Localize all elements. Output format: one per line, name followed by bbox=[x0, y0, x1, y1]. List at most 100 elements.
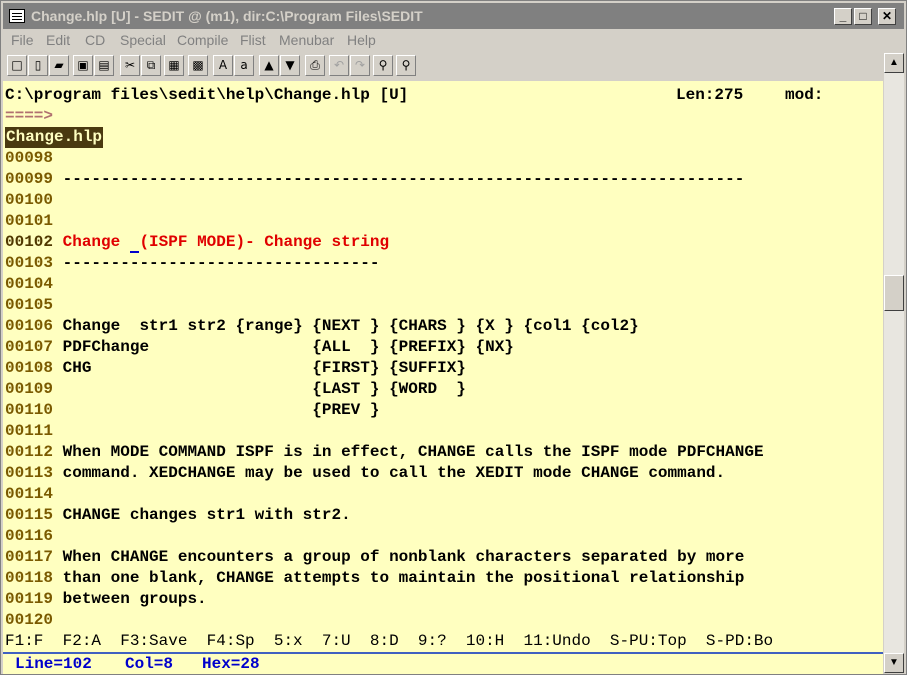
editor-line[interactable]: 00115 CHANGE changes str1 with str2. bbox=[5, 505, 351, 526]
minimize-button[interactable]: _ bbox=[834, 8, 852, 25]
redo-icon[interactable]: ↷ bbox=[350, 55, 370, 76]
line-number: 00104 bbox=[5, 275, 54, 293]
menu-flist[interactable]: Flist bbox=[240, 32, 266, 48]
lowercase-icon[interactable]: a bbox=[234, 55, 254, 76]
editor-line[interactable]: 00105 bbox=[5, 295, 63, 316]
editor-area[interactable]: C:\program files\sedit\help\Change.hlp [… bbox=[3, 81, 883, 652]
save-icon[interactable]: ▣ bbox=[73, 55, 93, 76]
line-text: --------------------------------- bbox=[62, 254, 380, 272]
line-number: 00102 bbox=[5, 233, 54, 251]
undo-icon[interactable]: ↶ bbox=[329, 55, 349, 76]
editor-line[interactable]: 00118 than one blank, CHANGE attempts to… bbox=[5, 568, 744, 589]
uppercase-icon[interactable]: A bbox=[213, 55, 233, 76]
line-text: command. XEDCHANGE may be used to call t… bbox=[62, 464, 726, 482]
editor-line[interactable]: 00108 CHG {FIRST} {SUFFIX} bbox=[5, 358, 466, 379]
cut-icon[interactable]: ✂ bbox=[120, 55, 140, 76]
file-header: C:\program files\sedit\help\Change.hlp [… bbox=[5, 85, 408, 106]
editor-line[interactable]: 00111 bbox=[5, 421, 63, 442]
file-length: Len:275 bbox=[676, 86, 744, 104]
print-icon[interactable]: ⎙ bbox=[305, 55, 325, 76]
clipboard-icon[interactable]: ▩ bbox=[188, 55, 208, 76]
editor-line[interactable]: 00114 bbox=[5, 484, 63, 505]
line-number: 00099 bbox=[5, 170, 54, 188]
editor-line[interactable]: 00113 command. XEDCHANGE may be used to … bbox=[5, 463, 725, 484]
function-key-bar: F1:F F2:A F3:Save F4:Sp 5:x 7:U 8:D 9:? … bbox=[5, 632, 774, 650]
line-number: 00114 bbox=[5, 485, 54, 503]
scroll-thumb[interactable] bbox=[884, 275, 904, 311]
line-text: When MODE COMMAND ISPF is in effect, CHA… bbox=[62, 443, 764, 461]
editor-line[interactable]: 00110 {PREV } bbox=[5, 400, 379, 421]
line-number: 00111 bbox=[5, 422, 54, 440]
command-line[interactable]: ====> bbox=[5, 106, 53, 127]
line-text: than one blank, CHANGE attempts to maint… bbox=[62, 569, 745, 587]
menu-help[interactable]: Help bbox=[347, 32, 376, 48]
bookmark-down-icon[interactable]: ▼ bbox=[280, 55, 300, 76]
editor-line[interactable]: 00098 bbox=[5, 148, 63, 169]
editor-line[interactable]: 00119 between groups. bbox=[5, 589, 207, 610]
vertical-scrollbar[interactable]: ▲ ▼ bbox=[884, 53, 904, 673]
menu-cd[interactable]: CD bbox=[85, 32, 105, 48]
editor-line[interactable]: 00104 bbox=[5, 274, 63, 295]
line-number: 00113 bbox=[5, 464, 54, 482]
line-text: between groups. bbox=[62, 590, 207, 608]
editor-line[interactable]: 00102 Change (ISPF MODE)- Change string bbox=[5, 232, 389, 253]
menu-edit[interactable]: Edit bbox=[46, 32, 70, 48]
line-number: 00120 bbox=[5, 611, 54, 629]
editor-line[interactable]: 00099 ----------------------------------… bbox=[5, 169, 744, 190]
line-number: 00098 bbox=[5, 149, 54, 167]
status-col: Col=8 bbox=[125, 655, 174, 673]
menu-compile[interactable]: Compile bbox=[177, 32, 228, 48]
maximize-button[interactable]: □ bbox=[854, 8, 872, 25]
editor-line[interactable]: 00100 bbox=[5, 190, 63, 211]
menu-menubar[interactable]: Menubar bbox=[279, 32, 334, 48]
line-number: 00105 bbox=[5, 296, 54, 314]
menu-file[interactable]: File bbox=[11, 32, 34, 48]
line-number: 00103 bbox=[5, 254, 54, 272]
line-number: 00112 bbox=[5, 443, 54, 461]
scroll-down-icon[interactable]: ▼ bbox=[884, 653, 904, 673]
open-folder-icon[interactable]: ▰ bbox=[49, 55, 69, 76]
bookmark-up-icon[interactable]: ▲ bbox=[259, 55, 279, 76]
modified-indicator: mod: bbox=[785, 86, 824, 104]
line-text: CHANGE changes str1 with str2. bbox=[62, 506, 351, 524]
status-hex: Hex=28 bbox=[202, 655, 260, 673]
line-number: 00100 bbox=[5, 191, 54, 209]
line-text: Change bbox=[62, 233, 130, 251]
line-number: 00108 bbox=[5, 359, 54, 377]
line-text: When CHANGE encounters a group of nonbla… bbox=[62, 548, 745, 566]
editor-line[interactable]: 00116 bbox=[5, 526, 63, 547]
find-icon[interactable]: ⚲ bbox=[373, 55, 393, 76]
title-bar[interactable]: Change.hlp [U] - SEDIT @ (m1), dir:C:\Pr… bbox=[3, 3, 904, 29]
save-all-icon[interactable]: ▤ bbox=[94, 55, 114, 76]
copy-icon[interactable]: ⧉ bbox=[141, 55, 161, 76]
paste-icon[interactable]: ▦ bbox=[164, 55, 184, 76]
find-next-icon[interactable]: ⚲ bbox=[396, 55, 416, 76]
editor-line[interactable]: 00117 When CHANGE encounters a group of … bbox=[5, 547, 744, 568]
line-number: 00106 bbox=[5, 317, 54, 335]
line-number: 00115 bbox=[5, 506, 54, 524]
menu-special[interactable]: Special bbox=[120, 32, 166, 48]
editor-line[interactable]: 00120 bbox=[5, 610, 63, 631]
close-button[interactable]: ✕ bbox=[878, 8, 896, 25]
editor-line[interactable]: 00109 {LAST } {WORD } bbox=[5, 379, 466, 400]
new-file-icon[interactable]: □ bbox=[7, 55, 27, 76]
status-line: Line=102 bbox=[15, 655, 92, 673]
toolbar: □ ▯ ▰ ▣ ▤ ✂ ⧉ ▦ ▩ A a ▲ ▼ ⎙ ↶ ↷ ⚲ ⚲ bbox=[3, 53, 883, 79]
file-path: C:\program files\sedit\help\Change.hlp [… bbox=[5, 86, 409, 104]
scroll-up-icon[interactable]: ▲ bbox=[884, 53, 904, 73]
line-number: 00110 bbox=[5, 401, 54, 419]
status-bar: Line=102 Col=8 Hex=28 bbox=[3, 652, 883, 674]
editor-line[interactable]: 00103 --------------------------------- bbox=[5, 253, 379, 274]
editor-line[interactable]: 00107 PDFChange {ALL } {PREFIX} {NX} bbox=[5, 337, 514, 358]
line-text: CHG {FIRST} {SUFFIX} bbox=[62, 359, 466, 377]
line-number: 00117 bbox=[5, 548, 54, 566]
line-number: 00119 bbox=[5, 590, 54, 608]
new-doc-icon[interactable]: ▯ bbox=[28, 55, 48, 76]
command-prompt: ====> bbox=[5, 107, 54, 125]
line-text: Change str1 str2 {range} {NEXT } {CHARS … bbox=[62, 317, 639, 335]
editor-line[interactable]: 00112 When MODE COMMAND ISPF is in effec… bbox=[5, 442, 764, 463]
editor-line[interactable]: 00101 bbox=[5, 211, 63, 232]
editor-line[interactable]: 00106 Change str1 str2 {range} {NEXT } {… bbox=[5, 316, 639, 337]
app-icon[interactable] bbox=[9, 9, 25, 23]
line-text: {PREV } bbox=[62, 401, 380, 419]
